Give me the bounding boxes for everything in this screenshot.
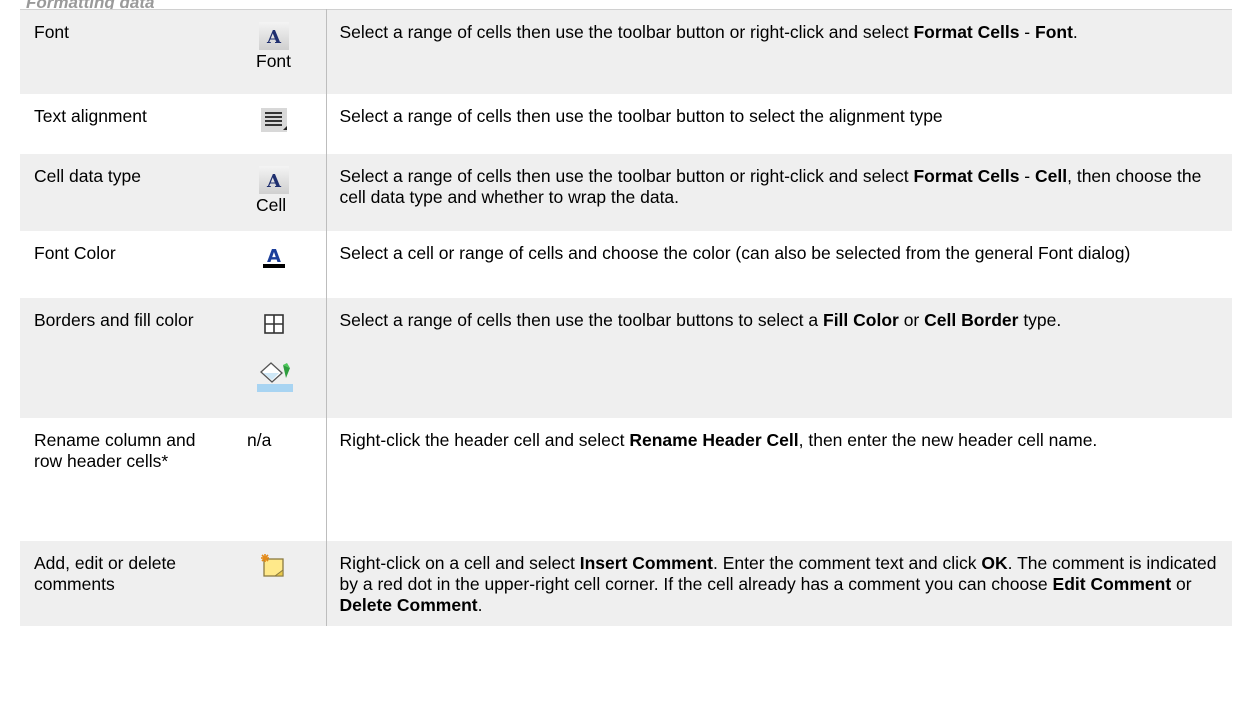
description-text: Select a range of cells then use the too… — [339, 22, 914, 42]
feature-name: Rename column and row header cells* — [34, 429, 196, 471]
description-cell: Right-click the header cell and select R… — [326, 418, 1232, 541]
feature-cell: Rename column and row header cells* — [20, 418, 237, 541]
description-cell: Select a range of cells then use the too… — [326, 9, 1232, 94]
feature-name: Cell data type — [34, 165, 142, 186]
description-text: Select a range of cells then use the too… — [339, 165, 914, 186]
toolbar-icon-cell — [237, 297, 327, 418]
icon-caption: Cell — [256, 194, 287, 215]
description-text: Select a range of cells then use the too… — [339, 309, 823, 330]
feature-name: Text alignment — [34, 105, 147, 126]
feature-name: Font — [34, 22, 70, 42]
description-text: Right-click on a cell and select — [339, 552, 580, 573]
description-cell: Select a cell or range of cells and choo… — [326, 231, 1232, 298]
text-align-icon — [245, 106, 326, 134]
description-text: Select a cell or range of cells and choo… — [339, 242, 1131, 263]
font-icon: A — [245, 22, 326, 50]
toolbar-icon-cell: A — [237, 230, 327, 298]
feature-name: Font Color — [34, 242, 116, 263]
ui-command-name: Cell — [1035, 165, 1068, 186]
table-row: Rename column and row header cells* n/a Ri… — [20, 417, 1232, 541]
description-text: - — [1019, 22, 1035, 42]
svg-text:A: A — [266, 171, 282, 192]
fill-color-icon — [245, 358, 326, 392]
insert-comment-icon — [245, 553, 326, 581]
ui-command-name: OK — [981, 552, 1008, 573]
toolbar-icon-cell: A Font — [237, 9, 327, 94]
ui-command-name: Insert Comment — [579, 552, 713, 573]
description-text: or — [898, 309, 925, 330]
svg-text:A: A — [267, 246, 281, 267]
formatting-reference-table: Font A Font Select a range of cells then u… — [20, 9, 1232, 626]
cell-format-icon: A — [245, 165, 326, 194]
cell-border-icon — [245, 310, 326, 338]
table-row: Font Color A Select a cell or range of c… — [20, 230, 1232, 298]
feature-name: Add, edit or delete comments — [34, 552, 177, 594]
toolbar-icon-cell: n/a — [237, 417, 327, 541]
icon-caption: Font — [256, 51, 292, 71]
ui-command-name: Format Cells — [913, 22, 1020, 42]
description-text: Right-click the header cell and select — [339, 429, 630, 450]
ui-command-name: Cell Border — [924, 309, 1019, 330]
description-text: - — [1019, 165, 1035, 186]
description-cell: Select a range of cells then use the too… — [326, 94, 1232, 154]
ui-command-name: Rename Header Cell — [629, 429, 799, 450]
toolbar-icon-cell: A Cell — [237, 153, 327, 231]
description-text: . — [1072, 22, 1078, 42]
table-row: Add, edit or delete comments Right-click… — [20, 540, 1232, 626]
not-applicable-text: n/a — [247, 429, 272, 450]
feature-cell: Font — [20, 9, 237, 94]
description-text: Select a range of cells then use the too… — [339, 105, 943, 126]
feature-cell: Font Color — [20, 231, 237, 298]
feature-name: Borders and fill color — [34, 309, 194, 330]
description-text: type. — [1018, 309, 1062, 330]
ui-command-name: Format Cells — [913, 165, 1020, 186]
table-row: Cell data type A Cell Select a range of ce… — [20, 153, 1232, 231]
svg-text:A: A — [266, 27, 282, 48]
toolbar-icon-cell — [237, 540, 327, 626]
description-text: . Enter the comment text and click — [712, 552, 982, 573]
description-cell: Right-click on a cell and select Insert … — [326, 540, 1232, 626]
font-color-icon: A — [245, 242, 326, 271]
toolbar-icon-cell — [237, 93, 327, 154]
feature-cell: Cell data type — [20, 153, 237, 231]
feature-cell: Borders and fill color — [20, 297, 237, 418]
table-row: Text alignment Select a range of cells t… — [20, 93, 1232, 154]
feature-cell: Add, edit or delete comments — [20, 540, 237, 626]
table-row: Font A Font Select a range of cells then u… — [20, 9, 1232, 94]
description-text: . — [477, 594, 483, 615]
description-cell: Select a range of cells then use the too… — [326, 297, 1232, 418]
ui-command-name: Fill Color — [823, 309, 899, 330]
description-text: or — [1171, 573, 1192, 594]
description-cell: Select a range of cells then use the too… — [326, 153, 1232, 231]
ui-command-name: Edit Comment — [1052, 573, 1172, 594]
table-row: Borders and fill color Select a range of… — [20, 297, 1232, 418]
ui-command-name: Delete Comment — [339, 594, 478, 615]
ui-command-name: Font — [1035, 22, 1073, 42]
feature-cell: Text alignment — [20, 94, 237, 154]
description-text: , then enter the new header cell name. — [798, 429, 1098, 450]
